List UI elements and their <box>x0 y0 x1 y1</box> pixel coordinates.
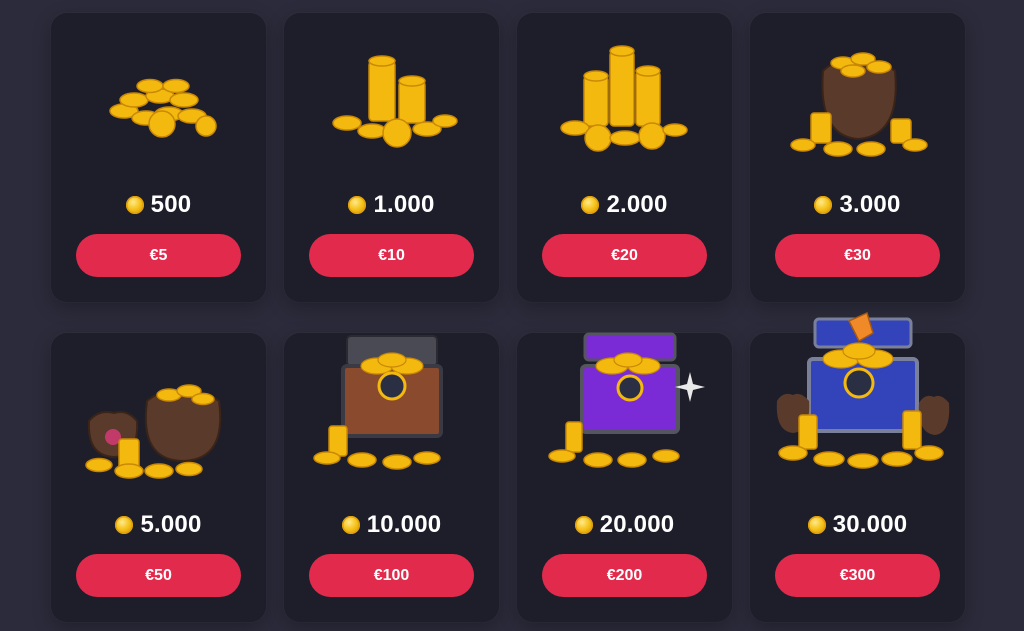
package-card-1000[interactable]: 1.000 €10 <box>284 13 499 302</box>
coin-amount: 10.000 <box>284 511 499 539</box>
coin-amount-label: 1.000 <box>373 191 435 218</box>
coin-icon <box>115 516 134 534</box>
blue-chest-icon <box>750 311 965 508</box>
buy-button-10000[interactable]: €100 <box>309 554 474 597</box>
buy-button-5000[interactable]: €50 <box>76 554 241 597</box>
coin-amount-label: 3.000 <box>839 191 901 218</box>
buy-button-20000[interactable]: €200 <box>542 554 707 597</box>
coin-icon <box>807 516 826 534</box>
coin-stacks-icon <box>284 13 499 188</box>
coin-amount-label: 10.000 <box>366 511 442 538</box>
coin-tower-icon <box>517 13 732 188</box>
coin-icon <box>341 516 360 534</box>
coin-amount-label: 20.000 <box>599 511 675 538</box>
package-card-3000[interactable]: 3.000 €30 <box>750 13 965 302</box>
coin-amount: 30.000 <box>750 511 965 539</box>
package-card-20000[interactable]: 20.000 €200 <box>517 332 732 622</box>
coin-icon <box>581 196 600 214</box>
buy-button-1000[interactable]: €10 <box>309 234 474 277</box>
coin-amount-label: 500 <box>150 191 192 218</box>
coin-amount: 5.000 <box>51 511 266 539</box>
coin-icon <box>574 516 593 534</box>
package-card-5000[interactable]: 5.000 €50 <box>51 333 266 622</box>
package-card-10000[interactable]: 10.000 €100 <box>284 333 499 622</box>
wooden-chest-icon <box>284 333 499 508</box>
coin-icon <box>125 196 144 214</box>
buy-button-500[interactable]: €5 <box>76 234 241 277</box>
purple-chest-icon <box>517 332 732 508</box>
coin-amount-label: 5.000 <box>140 511 202 538</box>
package-card-2000[interactable]: 2.000 €20 <box>517 13 732 302</box>
coin-bags-icon <box>51 333 266 508</box>
coin-amount: 2.000 <box>517 191 732 219</box>
package-card-500[interactable]: 500 €5 <box>51 13 266 302</box>
package-card-30000[interactable]: 30.000 €300 <box>750 311 965 622</box>
buy-button-2000[interactable]: €20 <box>542 234 707 277</box>
coin-amount: 3.000 <box>750 191 965 219</box>
coin-amount: 1.000 <box>284 191 499 219</box>
coin-pile-icon <box>51 13 266 188</box>
buy-button-3000[interactable]: €30 <box>775 234 940 277</box>
coin-icon <box>348 196 367 214</box>
coin-amount: 500 <box>51 191 266 219</box>
coin-icon <box>814 196 833 214</box>
coin-package-grid: 500 €5 1.000 €10 2.000 €20 3.000 €30 5.0… <box>51 13 965 622</box>
coin-amount-label: 2.000 <box>606 191 668 218</box>
coin-amount: 20.000 <box>517 511 732 539</box>
coin-amount-label: 30.000 <box>832 511 908 538</box>
coin-sack-icon <box>750 13 965 188</box>
buy-button-30000[interactable]: €300 <box>775 554 940 597</box>
